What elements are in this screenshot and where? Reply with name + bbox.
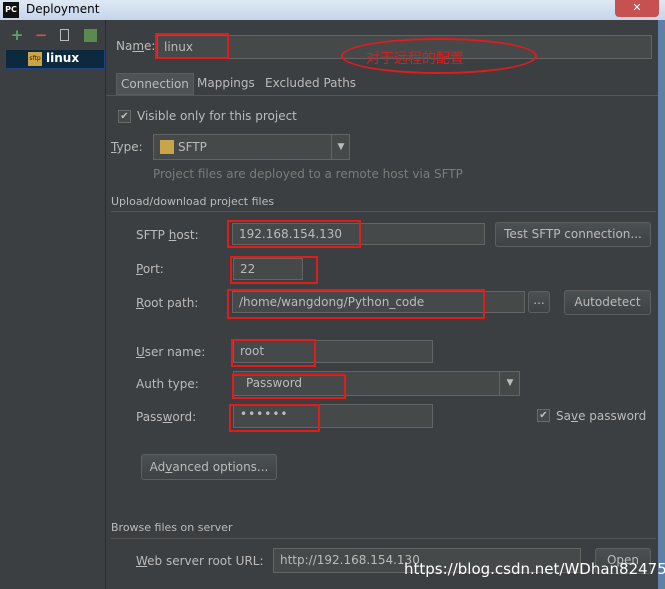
app-icon: PC [3, 2, 19, 18]
port-label: Port: [136, 262, 164, 276]
root-path-label: Root path: [136, 296, 199, 310]
test-connection-button[interactable]: Test SFTP connection... [495, 222, 651, 247]
autodetect-button[interactable]: Autodetect [564, 290, 651, 315]
browse-section-title: Browse files on server [111, 521, 233, 534]
section-divider [111, 538, 656, 539]
save-password-checkbox[interactable]: ✔ [537, 409, 550, 422]
highlight-host [227, 220, 361, 248]
highlight-root-path [227, 289, 485, 319]
user-name-label: User name: [136, 345, 206, 359]
add-icon[interactable]: + [9, 27, 25, 43]
highlight-port [230, 256, 318, 284]
window-title: Deployment [26, 2, 100, 16]
tab-mappings[interactable]: Mappings [193, 73, 259, 95]
default-server-icon[interactable] [84, 29, 97, 42]
sftp-icon: sftp [28, 52, 42, 66]
type-hint: Project files are deployed to a remote h… [153, 167, 463, 181]
window-frame [658, 20, 665, 589]
tab-divider [106, 95, 658, 96]
password-label: Password: [136, 410, 197, 424]
close-button[interactable]: ✕ [615, 0, 659, 17]
highlight-auth [232, 374, 346, 399]
visible-only-label: Visible only for this project [137, 109, 297, 123]
type-select[interactable]: SFTP [153, 134, 350, 160]
watermark: https://blog.csdn.net/WDhan82475 [404, 560, 665, 578]
copy-icon[interactable] [60, 29, 69, 41]
sidebar-item-label: linux [46, 51, 80, 65]
sftp-icon [160, 140, 174, 154]
tab-excluded-paths[interactable]: Excluded Paths [261, 73, 360, 95]
tab-connection[interactable]: Connection [116, 73, 194, 95]
close-icon: ✕ [632, 1, 642, 14]
visible-only-checkbox[interactable]: ✔ [118, 110, 131, 123]
chevron-down-icon[interactable]: ▼ [331, 135, 350, 159]
sftp-host-label: SFTP host: [136, 228, 199, 242]
upload-section-title: Upload/download project files [111, 195, 275, 208]
highlight-name [155, 33, 229, 59]
web-root-url-label: Web server root URL: [136, 554, 264, 568]
title-bar: PC Deployment ✕ [0, 0, 665, 20]
highlight-user [231, 339, 316, 367]
section-divider [111, 211, 656, 212]
save-password-label: Save password [556, 409, 647, 423]
browse-button[interactable]: ... [528, 291, 550, 313]
advanced-options-button[interactable]: Advanced options... [141, 454, 277, 480]
highlight-password [229, 404, 320, 432]
name-label: Name: [116, 39, 156, 53]
annotation-text: 对于远程的配置 [366, 51, 464, 67]
server-list-pane [0, 20, 106, 589]
chevron-down-icon[interactable]: ▼ [499, 372, 520, 395]
type-label: Type: [111, 140, 143, 154]
auth-type-label: Auth type: [136, 377, 199, 391]
remove-icon[interactable]: − [33, 27, 49, 43]
